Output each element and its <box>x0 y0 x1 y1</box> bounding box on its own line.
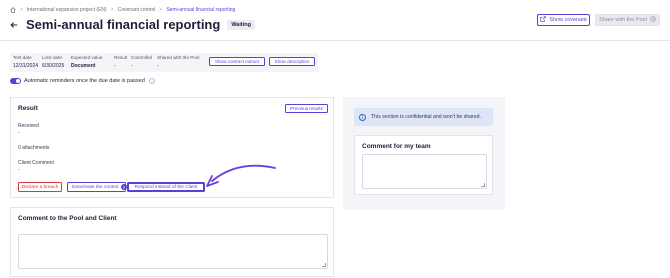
external-link-icon <box>540 16 546 24</box>
breadcrumb-item-current: Semi-annual financial reporting <box>166 7 236 13</box>
limit-date-value: 6/30/2025 <box>42 63 65 69</box>
back-arrow-icon[interactable] <box>10 19 20 31</box>
status-badge: Waiting <box>227 19 255 30</box>
controlled-label: Controlled <box>131 55 152 60</box>
breadcrumb-item-covenant-control[interactable]: Covenant control <box>118 7 156 13</box>
received-value: - <box>18 130 20 136</box>
breadcrumb-separator: > <box>110 7 114 13</box>
automatic-reminders-toggle[interactable] <box>10 78 21 84</box>
client-comment-label: Client Comment <box>18 160 54 166</box>
controlled-value: - <box>131 63 133 69</box>
test-date-label: Test date <box>13 55 32 60</box>
confidential-text: This section is confidential and won't b… <box>371 114 481 120</box>
team-comment-textarea[interactable] <box>362 154 487 189</box>
test-date-field: Test date 12/31/2024 <box>13 55 38 69</box>
page-title: Semi-annual financial reporting <box>26 17 221 32</box>
automatic-reminders-label: Automatic reminders once the due date is… <box>24 78 145 84</box>
deactivate-control-button[interactable]: Deactivate the control <box>67 182 126 192</box>
expected-value-field: Expected value Document <box>71 55 102 69</box>
result-value: - <box>114 63 116 69</box>
help-icon[interactable]: ? <box>149 78 155 84</box>
declare-breach-button[interactable]: Declare a breach <box>18 182 62 192</box>
team-comment-title: Comment for my team <box>362 143 431 150</box>
comment-to-pool-card: Comment to the Pool and Client <box>10 207 334 277</box>
comment-to-pool-title: Comment to the Pool and Client <box>18 215 117 222</box>
expected-value-label: Expected value <box>71 55 103 60</box>
comment-to-pool-textarea[interactable] <box>18 234 328 269</box>
show-covenant-button[interactable]: Show covenant <box>537 14 590 26</box>
limit-date-field: Limit date 6/30/2025 <box>42 55 64 69</box>
info-icon: i <box>359 113 366 121</box>
deactivate-help-badge: ? <box>121 184 127 190</box>
share-with-pool-button[interactable]: Share with the Pool <box>595 14 660 26</box>
share-icon <box>650 16 656 24</box>
previous-results-button[interactable]: Previous results <box>285 104 328 113</box>
breadcrumb-separator: > <box>159 7 163 13</box>
breadcrumb-item-project[interactable]: International expansion project (EN) <box>27 7 107 13</box>
share-with-pool-label: Share with the Pool <box>599 17 647 23</box>
controlled-field: Controlled - <box>131 55 152 69</box>
confidential-side-panel: i This section is confidential and won't… <box>343 97 505 210</box>
confidential-notice: i This section is confidential and won't… <box>354 108 493 126</box>
team-comment-card: Comment for my team <box>354 135 493 195</box>
attachments-label[interactable]: 0 attachments <box>18 145 49 151</box>
show-covenant-label: Show covenant <box>549 17 587 23</box>
resize-handle-icon[interactable] <box>481 183 485 187</box>
test-date-value: 12/31/2024 <box>13 63 39 69</box>
header-divider <box>0 40 670 41</box>
client-comment-value: - <box>18 167 20 173</box>
title-row: Semi-annual financial reporting Waiting <box>10 17 255 32</box>
shared-with-pool-value: - <box>157 63 159 69</box>
respond-instead-of-client-button[interactable]: Respond instead of the Client <box>127 182 205 192</box>
breadcrumb: > International expansion project (EN) >… <box>10 7 235 13</box>
show-contract-extract-button[interactable]: Show contract extract <box>209 57 265 66</box>
result-field: Result - <box>114 55 127 69</box>
home-icon[interactable] <box>10 7 16 13</box>
resize-handle-icon[interactable] <box>322 263 326 267</box>
received-label: Received <box>18 123 39 129</box>
expected-value-value: Document <box>71 63 96 69</box>
covenant-info-strip: Test date 12/31/2024 Limit date 6/30/202… <box>10 53 318 72</box>
result-label: Result <box>114 55 128 60</box>
show-description-button[interactable]: Show description <box>269 57 315 66</box>
result-card-title: Result <box>18 105 38 112</box>
breadcrumb-separator: > <box>20 7 23 13</box>
shared-with-pool-label: Shared with the Pool <box>157 55 200 60</box>
result-card: Result Previous results Received - 0 att… <box>10 97 334 198</box>
limit-date-label: Limit date <box>42 55 62 60</box>
shared-with-pool-field: Shared with the Pool - <box>157 55 199 69</box>
